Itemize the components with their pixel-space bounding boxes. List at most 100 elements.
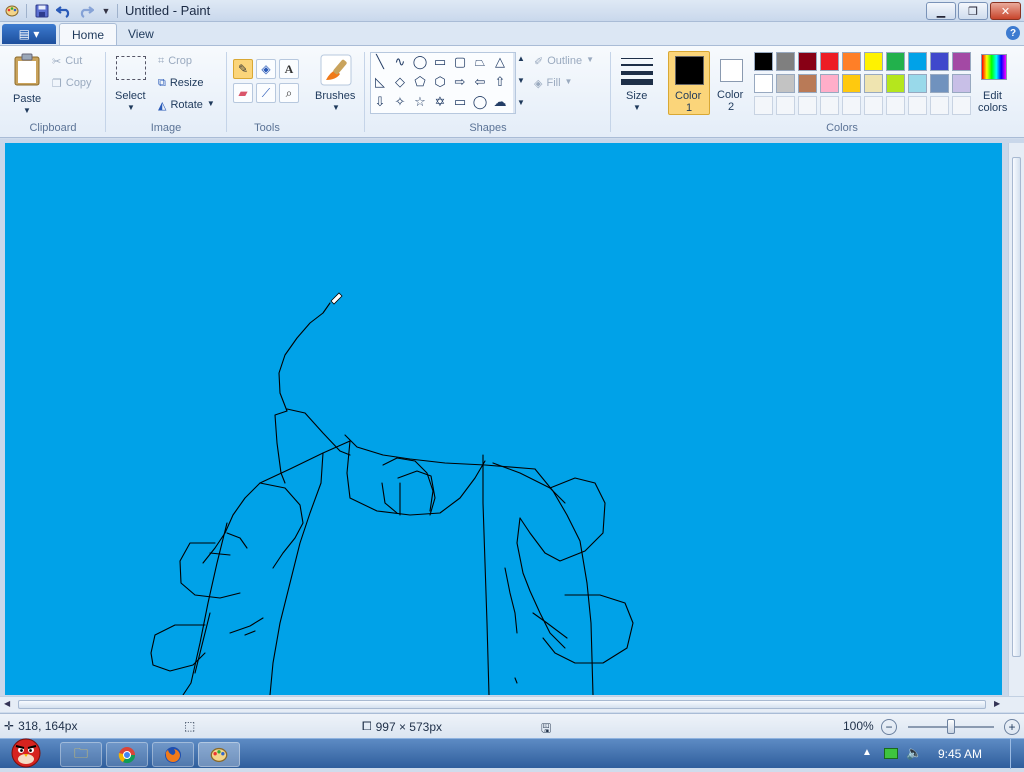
expand-gallery-icon[interactable]: ▼ [517,98,525,107]
minimize-button[interactable]: ▁ [926,2,956,20]
diamond-shape[interactable]: ◇ [391,73,409,90]
fill-button[interactable]: ◈ Fill ▼ [534,77,572,90]
size-button[interactable]: Size ▼ [617,52,657,120]
polygon-shape[interactable]: ⏢ [471,53,489,70]
redo-icon[interactable] [78,3,94,19]
palette-swatch[interactable] [930,52,949,71]
palette-swatch[interactable] [908,74,927,93]
customize-qat-icon[interactable]: ▼ [98,3,114,19]
rounded-rectangle-shape[interactable]: ▢ [451,53,469,70]
network-icon[interactable] [884,748,898,759]
close-button[interactable]: ✕ [990,2,1021,20]
shapes-scroll[interactable]: ▲ ▼ ▼ [516,52,526,114]
color1-button[interactable]: Color 1 [668,51,710,115]
palette-swatch[interactable] [886,52,905,71]
palette-swatch[interactable] [842,74,861,93]
select-button[interactable]: Select ▼ [112,52,150,120]
cloud-callout-shape[interactable]: ☁ [491,93,509,110]
palette-custom-slot[interactable] [886,96,905,115]
palette-custom-slot[interactable] [864,96,883,115]
undo-icon[interactable] [56,3,72,19]
vertical-scrollbar[interactable] [1008,143,1024,696]
outline-button[interactable]: ✐ Outline ▼ [534,55,594,68]
scroll-down-icon[interactable]: ▼ [517,76,525,85]
palette-swatch[interactable] [952,74,971,93]
six-point-star-shape[interactable]: ✡ [431,93,449,110]
palette-swatch[interactable] [754,52,773,71]
text-tool[interactable]: A [279,59,299,79]
palette-custom-slot[interactable] [798,96,817,115]
edit-colors-button[interactable]: Edit colors [976,52,1012,118]
palette-swatch[interactable] [864,74,883,93]
show-hidden-icons[interactable]: ▲ [862,747,872,758]
right-arrow-shape[interactable]: ⇨ [451,73,469,90]
restore-button[interactable]: ❐ [958,2,988,20]
palette-swatch[interactable] [754,74,773,93]
zoom-out-button[interactable]: − [881,719,897,735]
palette-custom-slot[interactable] [754,96,773,115]
magnifier-tool[interactable]: ⌕ [279,83,299,103]
fill-tool[interactable]: ◈ [256,59,276,79]
volume-icon[interactable]: 🔈 [906,745,922,761]
pentagon-shape[interactable]: ⬠ [411,73,429,90]
up-arrow-shape[interactable]: ⇧ [491,73,509,90]
taskbar-chrome[interactable] [106,742,148,767]
taskbar-explorer[interactable]: 🗀 [60,742,102,767]
palette-custom-slot[interactable] [952,96,971,115]
palette-swatch[interactable] [952,52,971,71]
tab-view[interactable]: View [116,23,166,45]
save-icon[interactable] [34,3,50,19]
palette-swatch[interactable] [864,52,883,71]
palette-custom-slot[interactable] [842,96,861,115]
right-triangle-shape[interactable]: ◺ [371,73,389,90]
oval-callout-shape[interactable]: ◯ [471,93,489,110]
cut-button[interactable]: ✂ Cut [52,55,82,68]
palette-swatch[interactable] [776,52,795,71]
paint-app-icon[interactable] [4,3,20,19]
drawing-canvas[interactable] [5,143,1002,695]
oval-shape[interactable]: ◯ [411,53,429,70]
zoom-in-button[interactable]: + [1004,719,1020,735]
palette-custom-slot[interactable] [776,96,795,115]
taskbar-paint[interactable] [198,742,240,767]
paint-menu-button[interactable]: ▤ ▾ [2,24,56,44]
rotate-button[interactable]: ◭ Rotate ▼ [158,99,215,112]
help-icon[interactable]: ? [1006,26,1020,40]
zoom-slider-thumb[interactable] [947,719,955,734]
horizontal-scroll-thumb[interactable] [18,700,986,709]
palette-swatch[interactable] [930,74,949,93]
resize-button[interactable]: ⧉ Resize [158,77,203,90]
copy-button[interactable]: ❐ Copy [52,77,92,90]
palette-swatch[interactable] [842,52,861,71]
show-desktop-button[interactable] [1010,739,1024,769]
palette-swatch[interactable] [820,52,839,71]
brushes-button[interactable]: Brushes ▼ [313,52,359,120]
eraser-tool[interactable]: ▰ [233,83,253,103]
triangle-shape[interactable]: △ [491,53,509,70]
pencil-tool[interactable]: ✎ [233,59,253,79]
rectangle-shape[interactable]: ▭ [431,53,449,70]
palette-custom-slot[interactable] [908,96,927,115]
rect-callout-shape[interactable]: ▭ [451,93,469,110]
palette-swatch[interactable] [776,74,795,93]
paste-button[interactable]: Paste ▼ [6,50,48,120]
scroll-up-icon[interactable]: ▲ [517,54,525,63]
tab-home[interactable]: Home [59,23,118,45]
left-arrow-shape[interactable]: ⇦ [471,73,489,90]
taskbar-firefox[interactable] [152,742,194,767]
palette-swatch[interactable] [886,74,905,93]
scroll-left-icon[interactable]: ◀ [4,699,10,708]
curve-shape[interactable]: ∿ [391,53,409,70]
crop-button[interactable]: ⌗ Crop [158,55,192,68]
palette-custom-slot[interactable] [930,96,949,115]
palette-swatch[interactable] [908,52,927,71]
palette-swatch[interactable] [798,74,817,93]
palette-swatch[interactable] [820,74,839,93]
color2-button[interactable]: Color 2 [714,51,750,115]
vertical-scroll-thumb[interactable] [1012,157,1021,657]
palette-swatch[interactable] [798,52,817,71]
palette-custom-slot[interactable] [820,96,839,115]
start-button[interactable] [4,731,48,769]
color-picker-tool[interactable]: ⟋ [256,83,276,103]
taskbar-clock[interactable]: 9:45 AM [938,747,982,761]
